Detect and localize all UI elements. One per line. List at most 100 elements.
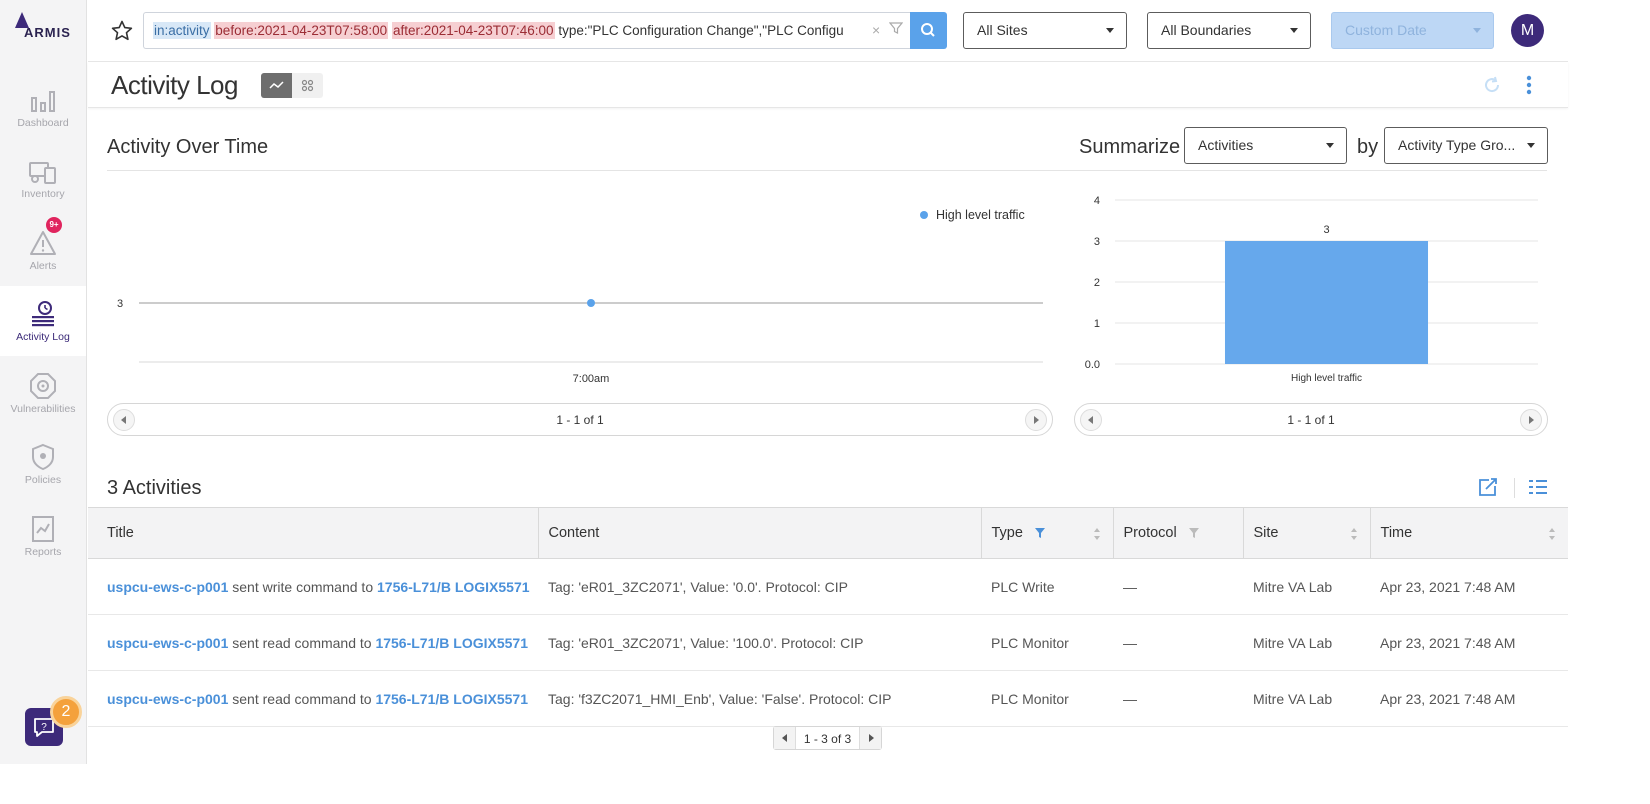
report-icon xyxy=(32,516,54,542)
title-cell: uspcu-ews-c-p001 sent read command to 17… xyxy=(88,614,538,671)
date-select[interactable]: Custom Date xyxy=(1331,12,1494,49)
activities-table: Title Content Type Protocol Site Time us… xyxy=(88,507,1568,727)
group-by-select[interactable]: Activity Type Gro... xyxy=(1384,127,1548,164)
sort-icon[interactable] xyxy=(1093,527,1101,541)
content-cell: Tag: 'eR01_3ZC2071', Value: '100.0'. Pro… xyxy=(538,614,981,671)
query-token-in[interactable]: in:activity xyxy=(153,22,211,39)
type-cell: PLC Write xyxy=(981,558,1113,615)
sidebar-item-label: Activity Log xyxy=(16,331,70,343)
line-chart-pager: 1 - 1 of 1 xyxy=(107,403,1053,436)
search-query-input[interactable]: in:activity before:2021-04-23T07:58:00 a… xyxy=(143,12,911,49)
sort-icon[interactable] xyxy=(1548,527,1556,541)
boundaries-select-value: All Boundaries xyxy=(1161,22,1252,38)
table-row[interactable]: uspcu-ews-c-p001 sent read command to 17… xyxy=(88,614,1568,671)
sidebar-item-alerts[interactable]: Alerts xyxy=(0,215,86,285)
table-row[interactable]: uspcu-ews-c-p001 sent read command to 17… xyxy=(88,670,1568,727)
filter-active-icon[interactable] xyxy=(1034,528,1045,539)
icon-separator xyxy=(1514,478,1515,498)
sidebar-item-inventory[interactable]: Inventory xyxy=(0,143,86,213)
table-pager-text: 1 - 3 of 3 xyxy=(803,732,852,746)
sites-select[interactable]: All Sites xyxy=(963,12,1127,49)
column-label: Time xyxy=(1380,525,1413,541)
protocol-cell: — xyxy=(1113,670,1243,727)
boundaries-select[interactable]: All Boundaries xyxy=(1147,12,1311,49)
filter-icon[interactable] xyxy=(1188,528,1199,539)
table-next-page-button[interactable] xyxy=(859,727,881,749)
pager-text: 1 - 1 of 1 xyxy=(1287,413,1335,427)
title-cell: uspcu-ews-c-p001 sent read command to 17… xyxy=(88,670,538,727)
sort-icon[interactable] xyxy=(1350,527,1358,541)
sidebar-item-activity-log[interactable]: Activity Log xyxy=(0,286,86,356)
chevron-down-icon xyxy=(1106,28,1114,33)
clear-search-icon[interactable]: × xyxy=(872,22,880,38)
y-tick-label: 3 xyxy=(1094,236,1100,248)
more-options-icon[interactable] xyxy=(1524,74,1534,96)
column-header-content[interactable]: Content xyxy=(538,507,982,559)
sidebar-item-reports[interactable]: Reports xyxy=(0,501,86,571)
table-row[interactable]: uspcu-ews-c-p001 sent write command to 1… xyxy=(88,558,1568,615)
columns-settings-icon[interactable] xyxy=(1528,478,1548,496)
chevron-right-icon xyxy=(869,734,874,742)
column-header-type[interactable]: Type xyxy=(981,507,1114,559)
target-device-link[interactable]: 1756-L71/B LOGIX5571 xyxy=(375,635,528,651)
armis-logo[interactable]: ARMIS xyxy=(12,12,76,42)
summarize-select[interactable]: Activities xyxy=(1184,127,1347,164)
search-button[interactable] xyxy=(910,12,947,49)
filter-icon[interactable] xyxy=(889,21,903,35)
title-verb: sent read command to xyxy=(228,634,376,651)
chevron-down-icon xyxy=(1290,28,1298,33)
column-header-protocol[interactable]: Protocol xyxy=(1113,507,1244,559)
user-avatar[interactable]: M xyxy=(1511,14,1544,47)
target-device-link[interactable]: 1756-L71/B LOGIX5571 xyxy=(375,691,528,707)
chevron-down-icon xyxy=(1326,143,1334,148)
query-token-before[interactable]: before:2021-04-23T07:58:00 xyxy=(214,22,389,39)
column-header-time[interactable]: Time xyxy=(1370,507,1568,559)
line-chart-icon xyxy=(269,81,284,89)
site-cell: Mitre VA Lab xyxy=(1243,670,1370,727)
y-tick-label: 3 xyxy=(117,298,123,310)
sidebar-item-policies[interactable]: Policies xyxy=(0,429,86,499)
sidebar-item-label: Vulnerabilities xyxy=(10,403,76,415)
activity-log-icon xyxy=(32,301,54,327)
x-tick-label: High level traffic xyxy=(1291,373,1362,384)
source-device-link[interactable]: uspcu-ews-c-p001 xyxy=(107,579,228,595)
table-prev-page-button[interactable] xyxy=(774,727,796,749)
bar-chart-icon xyxy=(31,91,55,112)
y-tick-label: 4 xyxy=(1094,195,1100,207)
y-tick-label: 1 xyxy=(1094,318,1100,330)
source-device-link[interactable]: uspcu-ews-c-p001 xyxy=(107,635,228,651)
section-divider xyxy=(107,170,1547,171)
sidebar-item-label: Reports xyxy=(24,546,62,558)
refresh-icon[interactable] xyxy=(1483,76,1501,94)
star-icon[interactable] xyxy=(110,19,134,43)
source-device-link[interactable]: uspcu-ews-c-p001 xyxy=(107,691,228,707)
column-header-title[interactable]: Title xyxy=(88,507,539,559)
sidebar-item-dashboard[interactable]: Dashboard xyxy=(0,72,86,142)
column-label: Type xyxy=(991,525,1023,541)
target-device-link[interactable]: 1756-L71/B LOGIX5571 xyxy=(377,579,530,595)
export-icon[interactable] xyxy=(1477,476,1499,498)
activity-over-time-title: Activity Over Time xyxy=(107,136,269,158)
sidebar-item-vulnerabilities[interactable]: Vulnerabilities xyxy=(0,358,86,428)
x-tick-label: 7:00am xyxy=(573,373,610,385)
site-cell: Mitre VA Lab xyxy=(1243,614,1370,671)
help-notification-badge: 2 xyxy=(50,696,82,728)
sidebar-item-label: Dashboard xyxy=(17,117,69,129)
legend-label: High level traffic xyxy=(936,208,1025,222)
chart-view-button[interactable] xyxy=(261,73,292,98)
data-point xyxy=(587,299,595,307)
y-tick-label: 2 xyxy=(1094,277,1100,289)
type-cell: PLC Monitor xyxy=(981,614,1113,671)
column-header-site[interactable]: Site xyxy=(1243,507,1371,559)
query-token-after[interactable]: after:2021-04-23T07:46:00 xyxy=(391,22,555,39)
next-page-button[interactable] xyxy=(1025,409,1047,431)
chevron-down-icon xyxy=(1473,28,1481,33)
y-tick-label: 0.0 xyxy=(1085,359,1100,371)
grid-view-icon[interactable] xyxy=(292,73,323,98)
data-label: 3 xyxy=(1323,224,1329,236)
summarize-select-value: Activities xyxy=(1198,137,1254,153)
biohazard-icon xyxy=(30,373,56,399)
next-page-button[interactable] xyxy=(1520,409,1542,431)
content-cell: Tag: 'eR01_3ZC2071', Value: '0.0'. Proto… xyxy=(538,558,981,615)
chevron-right-icon xyxy=(1034,416,1039,424)
